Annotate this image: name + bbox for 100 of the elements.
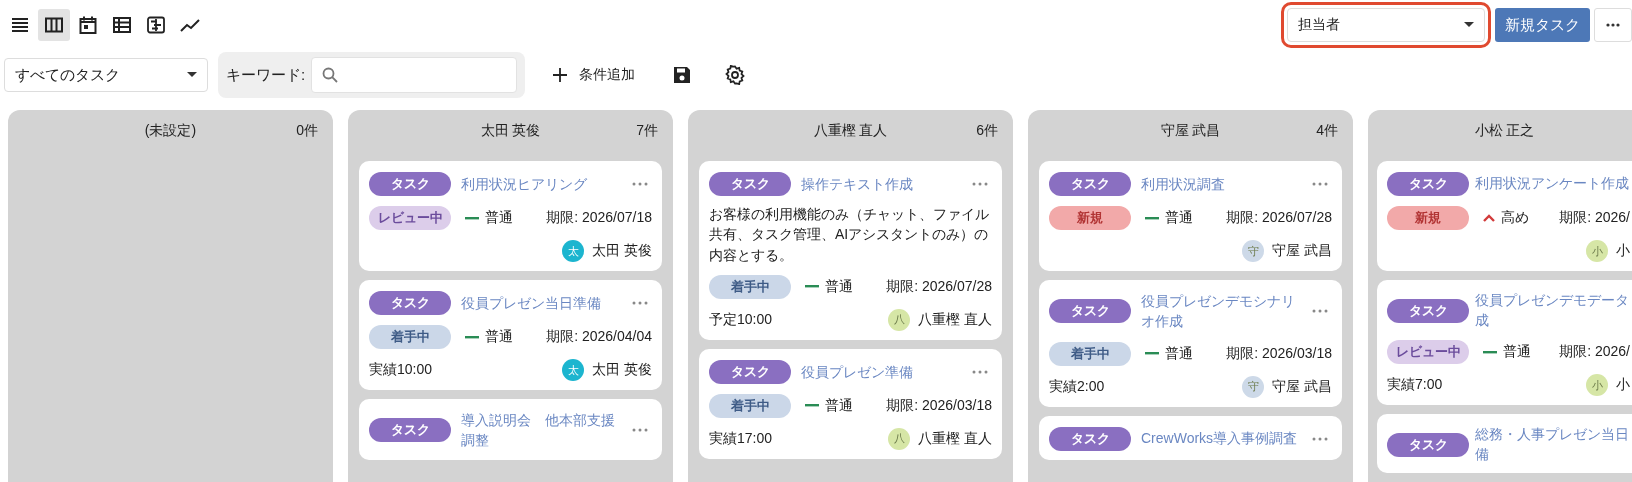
avatar: 八: [888, 308, 911, 331]
new-task-button[interactable]: 新規タスク: [1495, 8, 1590, 42]
task-card[interactable]: タスク 役員プレゼン当日準備 着手中 普通 期限: 2026/04/04 実績10:00 太 太田 英俊: [359, 280, 662, 390]
more-icon[interactable]: [632, 182, 648, 186]
avatar: 小: [1586, 374, 1608, 397]
save-icon[interactable]: [673, 66, 692, 84]
column-count: 6件: [976, 122, 999, 140]
priority-label: 普通: [485, 209, 513, 227]
avatar: 小: [1586, 240, 1608, 262]
table-icon: [112, 15, 132, 35]
column-title: 八重樫 直人: [813, 122, 888, 140]
due-date: 期限: 2026/03/18: [1226, 344, 1332, 363]
task-card[interactable]: タスク 導入説明会 他本部支援調整: [359, 399, 662, 460]
add-condition-button[interactable]: 条件追加: [549, 60, 640, 90]
due-date: 期限: 2026/: [1559, 209, 1630, 227]
assignee-name: 八重樫 直人: [918, 429, 992, 448]
task-card[interactable]: タスク 役員プレゼンデモデータ成 レビュー中 普通 期限: 2026/ 実績7:00 小 小: [1377, 280, 1632, 406]
time-label: 実績7:00: [1387, 376, 1443, 395]
group-by-select[interactable]: 担当者: [1287, 8, 1485, 42]
more-icon[interactable]: [632, 301, 648, 305]
more-icon[interactable]: [1312, 309, 1328, 314]
due-date: 期限: 2026/: [1559, 343, 1630, 362]
due-date: 期限: 2026/07/28: [886, 277, 992, 296]
more-icon[interactable]: [1312, 436, 1328, 441]
avatar: 太: [562, 359, 585, 381]
time-label: 実績17:00: [709, 429, 773, 448]
more-icon[interactable]: [972, 182, 988, 186]
due-date: 期限: 2026/03/18: [886, 396, 992, 415]
due-date: 期限: 2026/04/04: [546, 328, 652, 346]
avatar: 守: [1242, 375, 1265, 398]
task-card[interactable]: タスク 利用状況アンケート作成 新規 高め 期限: 2026/ 小 小: [1377, 161, 1632, 271]
task-type-badge: タスク: [709, 359, 791, 384]
task-type-badge: タスク: [1387, 172, 1469, 196]
task-type-badge: タスク: [709, 172, 791, 196]
task-card[interactable]: タスク 役員プレゼンデモシナリオ作成 着手中 普通 期限: 2026/03/18 実績2:00 守 守屋 武昌: [1039, 280, 1342, 407]
more-icon: [1606, 23, 1620, 27]
dash-icon: [1145, 352, 1159, 356]
caret-icon: [187, 72, 197, 78]
priority-label: 普通: [825, 277, 853, 296]
columns-icon: [44, 15, 64, 35]
dash-icon: [1483, 350, 1497, 354]
chevron-up-icon: [1483, 214, 1495, 222]
timeline-icon: [146, 15, 166, 35]
task-type-badge: タスク: [369, 418, 451, 443]
more-icon[interactable]: [972, 369, 988, 374]
preset-select[interactable]: すべてのタスク: [4, 58, 208, 92]
more-icon[interactable]: [1312, 182, 1328, 186]
board-view-button[interactable]: [38, 9, 70, 41]
priority-label: 普通: [1165, 209, 1193, 227]
task-title-link[interactable]: 利用状況調査: [1141, 173, 1302, 195]
assignee-name: 太田 英俊: [592, 242, 652, 260]
task-card[interactable]: タスク 利用状況ヒアリング レビュー中 普通 期限: 2026/07/18 太 太田 英俊: [359, 161, 662, 271]
search-icon: [322, 67, 339, 83]
task-type-badge: タスク: [1387, 432, 1469, 457]
keyword-field[interactable]: [311, 57, 518, 93]
status-badge: 新規: [1049, 206, 1131, 230]
column-title: 小松 正之: [1474, 122, 1535, 140]
priority-label: 普通: [825, 396, 853, 415]
task-type-badge: タスク: [369, 172, 451, 196]
task-title-link[interactable]: 利用状況ヒアリング: [461, 173, 622, 195]
task-title-link[interactable]: 操作テキスト作成: [801, 173, 962, 195]
priority-label: 高め: [1501, 209, 1529, 227]
task-title-link[interactable]: 利用状況アンケート作成: [1475, 174, 1630, 194]
task-card[interactable]: タスク 総務・人事プレゼン当日備: [1377, 414, 1632, 474]
dash-icon: [465, 216, 479, 220]
task-type-badge: タスク: [1387, 298, 1469, 323]
task-title-link[interactable]: CrewWorks導入事例調査: [1141, 428, 1302, 449]
task-title-link[interactable]: 総務・人事プレゼン当日備: [1475, 425, 1630, 465]
task-title-link[interactable]: 役員プレゼンデモデータ成: [1475, 291, 1630, 331]
task-type-badge: タスク: [1049, 172, 1131, 196]
task-card[interactable]: タスク CrewWorks導入事例調査: [1039, 415, 1342, 460]
task-title-link[interactable]: 導入説明会 他本部支援調整: [461, 410, 622, 451]
dash-icon: [805, 404, 819, 408]
column-title: (未設定): [144, 122, 197, 140]
task-type-badge: タスク: [1049, 299, 1131, 324]
priority-label: 普通: [1503, 343, 1531, 362]
assignee-name: 守屋 武昌: [1272, 377, 1332, 396]
plus-icon: [553, 68, 568, 82]
status-badge: 着手中: [369, 325, 451, 349]
avatar: 八: [888, 427, 911, 450]
calendar-icon: [78, 15, 98, 35]
column-count: 0件: [296, 122, 319, 140]
more-icon[interactable]: [632, 428, 648, 433]
caret-icon: [1464, 22, 1474, 28]
column-title: 太田 英俊: [480, 122, 541, 140]
task-card[interactable]: タスク 操作テキスト作成 お客様の利用機能のみ（チャット、ファイル共有、タスク管理、AIアシスタントのみ）の内容とする。 着手中 普通 期限: 2026/07/28 予定10:00 八 八重樫 直人: [699, 161, 1002, 340]
more-button[interactable]: [1594, 8, 1632, 42]
avatar: 守: [1242, 240, 1265, 262]
status-badge: 着手中: [709, 393, 791, 418]
task-title-link[interactable]: 役員プレゼンデモシナリオ作成: [1141, 291, 1302, 332]
task-type-badge: タスク: [369, 291, 451, 315]
settings-icon[interactable]: [725, 65, 746, 85]
status-badge: 着手中: [709, 274, 791, 299]
list-icon: [10, 15, 30, 35]
priority-label: 普通: [485, 328, 513, 346]
task-card[interactable]: タスク 役員プレゼン準備 着手中 普通 期限: 2026/03/18 実績17:00 八 八重樫 直人: [699, 348, 1002, 459]
task-title-link[interactable]: 役員プレゼン当日準備: [461, 292, 622, 314]
task-title-link[interactable]: 役員プレゼン準備: [801, 361, 962, 383]
task-card[interactable]: タスク 利用状況調査 新規 普通 期限: 2026/07/28 守 守屋 武昌: [1039, 161, 1342, 271]
dash-icon: [1145, 216, 1159, 220]
